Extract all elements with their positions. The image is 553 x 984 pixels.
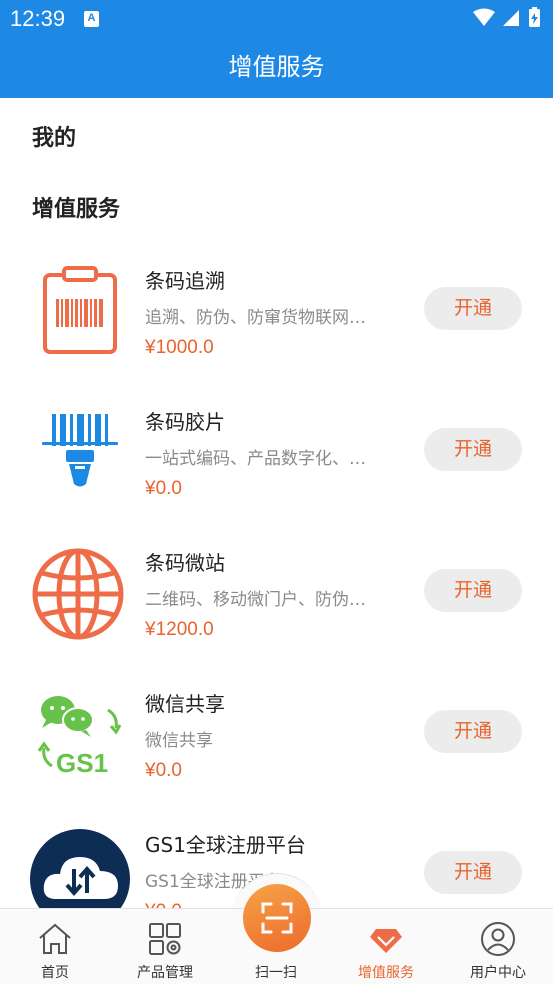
service-item: 条码胶片 一站式编码、产品数字化、… ¥0.0 开通 bbox=[0, 406, 553, 547]
open-button[interactable]: 开通 bbox=[424, 428, 522, 471]
service-name: 微信共享 bbox=[145, 692, 225, 716]
scan-button[interactable] bbox=[243, 884, 311, 952]
section-mine: 我的 bbox=[32, 126, 77, 151]
tab-label: 扫一扫 bbox=[255, 965, 297, 981]
app-bar: 增值服务 bbox=[0, 37, 553, 98]
globe-icon bbox=[32, 548, 124, 640]
open-button[interactable]: 开通 bbox=[424, 851, 522, 894]
service-name: 条码微站 bbox=[145, 551, 225, 575]
tab-home[interactable]: 首页 bbox=[0, 909, 110, 984]
service-price: ¥0.0 bbox=[145, 478, 182, 499]
barcode-clipboard-icon bbox=[43, 266, 117, 354]
tab-value-added[interactable]: 增值服务 bbox=[331, 909, 441, 984]
status-indicators-icon bbox=[473, 7, 540, 27]
service-price: ¥0.0 bbox=[145, 760, 182, 781]
service-desc: 二维码、移动微门户、防伪… bbox=[145, 590, 366, 610]
service-desc: 微信共享 bbox=[145, 731, 213, 751]
service-item: 条码追溯 追溯、防伪、防窜货物联网… ¥1000.0 开通 bbox=[0, 265, 553, 406]
scan-icon bbox=[261, 902, 293, 934]
service-price: ¥1200.0 bbox=[145, 619, 214, 640]
service-name: 条码追溯 bbox=[145, 269, 225, 293]
service-price: ¥1000.0 bbox=[145, 337, 214, 358]
service-name: 条码胶片 bbox=[145, 410, 225, 434]
page-title: 增值服务 bbox=[228, 53, 325, 81]
tab-label: 增值服务 bbox=[358, 965, 414, 981]
service-desc: 一站式编码、产品数字化、… bbox=[145, 449, 366, 469]
tab-product-management[interactable]: 产品管理 bbox=[110, 909, 220, 984]
service-name: GS1全球注册平台 bbox=[145, 833, 306, 857]
open-button[interactable]: 开通 bbox=[424, 710, 522, 753]
service-item: 条码微站 二维码、移动微门户、防伪… ¥1200.0 开通 bbox=[0, 547, 553, 688]
tab-user-center[interactable]: 用户中心 bbox=[443, 909, 553, 984]
open-button[interactable]: 开通 bbox=[424, 287, 522, 330]
wechat-share-icon: GS1 bbox=[37, 696, 122, 778]
diamond-icon bbox=[370, 929, 402, 953]
notification-icon: A bbox=[84, 11, 99, 27]
status-time: 12:39 bbox=[10, 6, 66, 31]
wechat-share-icon-text: GS1 bbox=[56, 748, 108, 778]
user-icon bbox=[481, 922, 515, 956]
tab-label: 产品管理 bbox=[137, 965, 193, 981]
tab-label: 用户中心 bbox=[470, 965, 526, 981]
status-bar: 12:39 A bbox=[0, 0, 553, 37]
barcode-scanner-icon bbox=[42, 414, 118, 487]
grid-gear-icon bbox=[149, 923, 181, 955]
open-button[interactable]: 开通 bbox=[424, 569, 522, 612]
tab-label: 首页 bbox=[41, 965, 69, 981]
section-value-added: 增值服务 bbox=[32, 197, 121, 222]
service-item: GS1 微信共享 微信共享 ¥0.0 开通 bbox=[0, 688, 553, 829]
home-icon bbox=[39, 923, 71, 954]
service-desc: 追溯、防伪、防窜货物联网… bbox=[145, 308, 366, 328]
